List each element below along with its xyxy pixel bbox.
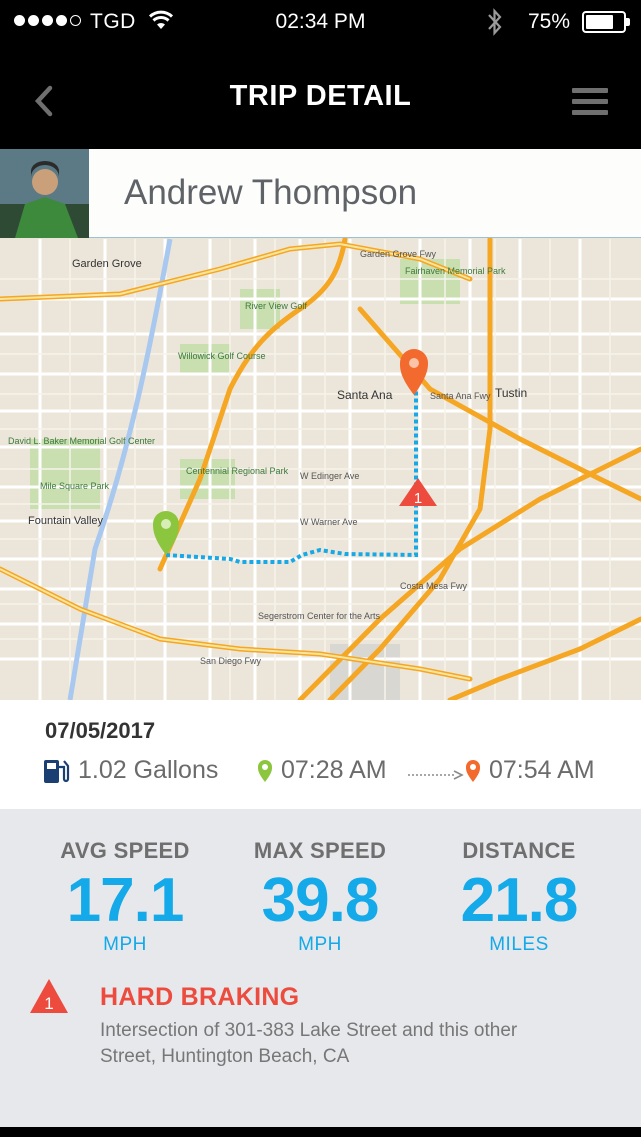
map-label-edinger-ave: W Edinger Ave — [300, 471, 359, 481]
max-speed-value: 39.8 — [261, 866, 380, 935]
alert-location: Intersection of 301-383 Lake Street and … — [100, 1020, 518, 1067]
map-label-mile-square: Mile Square Park — [40, 481, 110, 491]
map-label-segerstrom: Segerstrom Center for the Arts — [258, 611, 381, 621]
avg-speed-stat: AVG SPEED 17.1 MPH — [20, 809, 230, 956]
battery-level-fill — [586, 15, 613, 29]
map-label-centennial-park: Centennial Regional Park — [186, 466, 289, 476]
map-label-david-baker: David L. Baker Memorial Golf Center — [8, 436, 155, 446]
trip-summary: 07/05/2017 1.02 Gallons 07:28 AM 07:54 A… — [0, 700, 641, 809]
battery-percentage: 75% — [528, 10, 571, 33]
hamburger-menu-icon[interactable] — [572, 88, 608, 116]
distance-stat: DISTANCE 21.8 MILES — [414, 809, 624, 956]
start-time: 07:28 AM — [281, 756, 387, 784]
bottom-bar — [0, 1127, 641, 1137]
trip-end: 07:54 AM — [465, 756, 595, 785]
map-label-santa-ana: Santa Ana — [337, 388, 393, 402]
alert-title[interactable]: HARD BRAKING — [100, 983, 299, 1012]
fuel-amount: 1.02 Gallons — [78, 756, 219, 784]
max-speed-label: MAX SPEED — [253, 838, 387, 863]
avatar-photo — [0, 149, 89, 238]
trip-start: 07:28 AM — [257, 756, 387, 785]
map-label-santa-ana-fwy: Santa Ana Fwy — [430, 391, 491, 401]
end-time: 07:54 AM — [489, 756, 595, 784]
map-label-fairhaven: Fairhaven Memorial Park — [405, 266, 506, 276]
distance-unit: MILES — [489, 934, 549, 955]
page-title: TRIP DETAIL — [229, 80, 412, 112]
map-label-garden-grove: Garden Grove — [72, 258, 142, 270]
alert-number: 1 — [44, 994, 53, 1013]
avg-speed-label: AVG SPEED — [60, 838, 190, 863]
distance-label: DISTANCE — [462, 838, 576, 863]
warning-triangle-icon: 1 — [30, 979, 68, 1013]
max-speed-unit: MPH — [298, 934, 342, 955]
navigation-bar: TRIP DETAIL — [0, 44, 641, 149]
map-label-fountain-valley: Fountain Valley — [28, 515, 104, 527]
map-label-costa-mesa-fwy: Costa Mesa Fwy — [400, 581, 468, 591]
driver-name: Andrew Thompson — [124, 173, 418, 212]
dotted-arrow-icon — [408, 770, 464, 780]
map-label-warner-ave: W Warner Ave — [300, 517, 358, 527]
map-label-willowick: Willowick Golf Course — [178, 351, 266, 361]
trip-stats-panel: AVG SPEED 17.1 MPH MAX SPEED 39.8 MPH DI… — [0, 809, 641, 1127]
map-label-garden-grove-fwy: Garden Grove Fwy — [360, 249, 437, 259]
trip-detail-screen: TGD 02:34 PM 75% TRIP DETAIL Santa Ana T… — [0, 0, 641, 1137]
map-label-tustin: Tustin — [495, 386, 527, 400]
battery-icon — [582, 11, 630, 33]
map-label-river-view: River View Golf — [245, 301, 307, 311]
trip-date: 07/05/2017 — [45, 718, 156, 743]
fuel-pump-icon — [44, 759, 70, 783]
start-pin-icon — [258, 759, 272, 782]
map-label-san-diego-fwy: San Diego Fwy — [200, 656, 262, 666]
park-area — [180, 459, 235, 499]
driver-profile-banner[interactable]: Andrew Thompson — [0, 149, 641, 238]
bluetooth-icon — [488, 8, 502, 36]
end-pin-icon — [466, 759, 480, 782]
avg-speed-value: 17.1 — [66, 866, 185, 935]
status-bar: TGD 02:34 PM 75% — [0, 0, 641, 44]
avg-speed-unit: MPH — [103, 934, 147, 955]
incident-marker-number: 1 — [414, 490, 422, 507]
avatar[interactable] — [0, 149, 89, 238]
fuel-used: 1.02 Gallons — [42, 756, 218, 785]
distance-value: 21.8 — [460, 866, 579, 935]
max-speed-stat: MAX SPEED 39.8 MPH — [215, 809, 425, 956]
